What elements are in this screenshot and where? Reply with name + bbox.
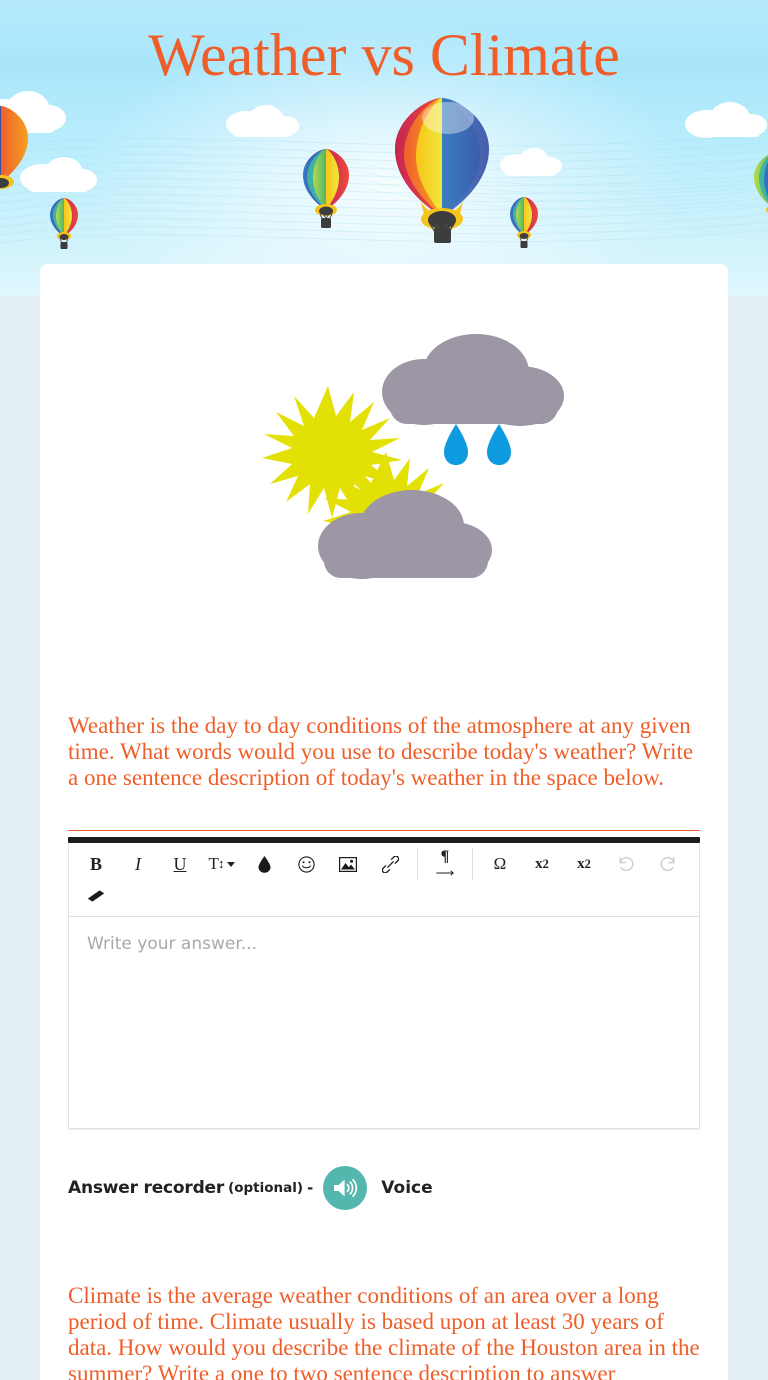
insert-link-button[interactable] <box>369 848 411 880</box>
hot-air-balloon-large <box>390 96 494 244</box>
hot-air-balloon-cropped-right <box>752 150 768 232</box>
pilcrow-icon: ¶ <box>440 848 450 865</box>
answer-recorder-dash: - <box>307 1179 314 1197</box>
question-1-text: Weather is the day to day conditions of … <box>68 713 694 790</box>
raindrop-right <box>487 424 511 465</box>
cloud-decoration-center-right <box>500 148 562 176</box>
redo-icon <box>660 856 675 872</box>
answer-editor: B I U T ↕ ¶ ⟶ Ω x 2 x 2 Write your answe… <box>68 837 700 1129</box>
answer-placeholder: Write your answer... <box>87 934 257 954</box>
insert-image-button[interactable] <box>327 848 369 880</box>
chevron-down-icon <box>227 861 236 867</box>
clear-formatting-button[interactable] <box>75 880 117 912</box>
voice-label: Voice <box>381 1178 433 1198</box>
indent-arrow-icon: ⟶ <box>435 865 455 880</box>
special-character-button[interactable]: Ω <box>479 848 521 880</box>
underline-button[interactable]: U <box>159 848 201 880</box>
redo-button[interactable] <box>647 848 689 880</box>
answer-recorder-label: Answer recorder <box>68 1178 225 1198</box>
hot-air-balloon-medium <box>300 147 352 233</box>
answer-recorder-row: Answer recorder (optional) - Voice <box>68 1165 700 1211</box>
italic-button[interactable]: I <box>117 848 159 880</box>
smiley-icon <box>297 855 315 873</box>
hot-air-balloon-small-right <box>508 196 540 250</box>
answer-textarea[interactable]: Write your answer... <box>68 917 700 1129</box>
weather-illustration <box>40 304 728 634</box>
hot-air-balloon-cropped-left <box>0 104 32 214</box>
question-1-divider <box>68 830 700 831</box>
speaker-icon <box>334 1179 358 1197</box>
image-icon <box>339 856 357 872</box>
toolbar-divider-1 <box>417 848 418 880</box>
question-2-text: Climate is the average weather condition… <box>68 1283 700 1380</box>
weather-icons-svg <box>262 334 564 579</box>
link-icon <box>381 855 399 873</box>
droplet-icon <box>258 855 270 873</box>
emoji-button[interactable] <box>285 848 327 880</box>
cloud-decoration-right <box>685 102 767 138</box>
speaker-icon-button[interactable] <box>323 1166 368 1210</box>
raindrop-left <box>444 424 468 465</box>
eraser-icon <box>87 890 104 902</box>
text-color-droplet-button[interactable] <box>243 848 285 880</box>
undo-icon <box>619 856 634 872</box>
page-title: Weather vs Climate <box>148 22 620 88</box>
subscript-button[interactable]: x2 <box>521 848 563 880</box>
undo-button[interactable] <box>605 848 647 880</box>
font-size-dropdown-button[interactable]: T ↕ <box>201 848 243 880</box>
hot-air-balloon-small-left <box>48 197 80 251</box>
cloud-decoration-center <box>226 105 299 137</box>
superscript-button[interactable]: x2 <box>563 848 605 880</box>
editor-toolbar: B I U T ↕ ¶ ⟶ Ω x 2 x 2 <box>68 843 700 917</box>
answer-recorder-optional: (optional) <box>228 1180 304 1196</box>
hero-banner: Weather vs Climate <box>0 0 768 296</box>
bold-button[interactable]: B <box>75 848 117 880</box>
paragraph-indent-button[interactable]: ¶ ⟶ <box>424 848 466 880</box>
rain-cloud-icon <box>382 334 564 465</box>
toolbar-row-2 <box>75 880 693 912</box>
worksheet-card: Weather is the day to day conditions of … <box>40 264 728 1380</box>
toolbar-divider-2 <box>472 848 473 880</box>
